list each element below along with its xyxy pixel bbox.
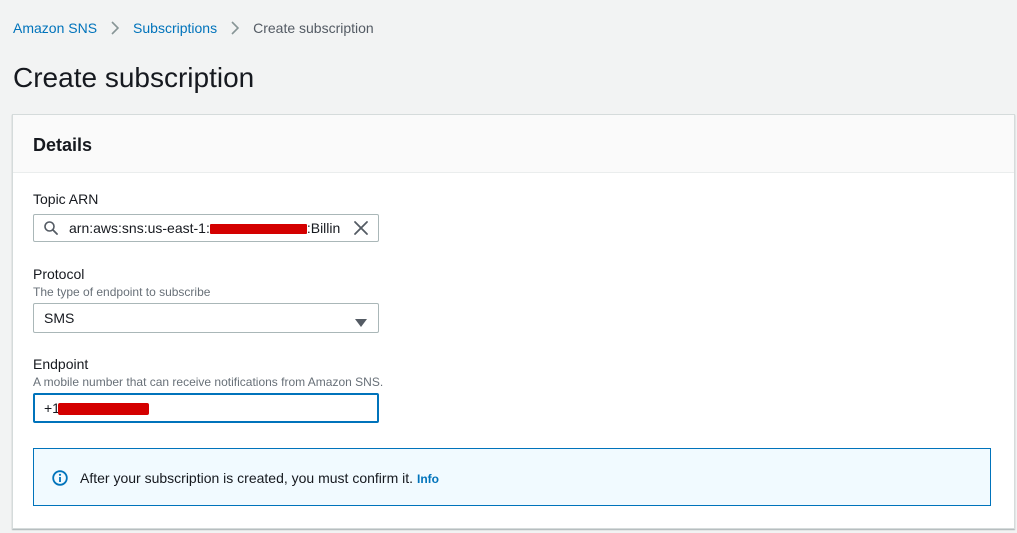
topic-arn-input[interactable]: arn:aws:sns:us-east-1: :Billin [33, 214, 379, 242]
search-icon [44, 221, 58, 235]
topic-arn-label: Topic ARN [33, 191, 99, 207]
endpoint-input[interactable]: +1 [33, 393, 379, 423]
details-panel: Details Topic ARN arn:aws:sns:us-east-1:… [12, 114, 1015, 529]
page-title: Create subscription [13, 62, 255, 93]
breadcrumb-subscriptions[interactable]: Subscriptions [133, 20, 217, 36]
breadcrumb: Amazon SNS Subscriptions Create subscrip… [13, 19, 374, 37]
breadcrumb-amazon-sns[interactable]: Amazon SNS [13, 20, 97, 36]
alert-message: After your subscription is created, you … [80, 468, 439, 489]
topic-arn-prefix: arn:aws:sns:us-east-1: [69, 220, 210, 236]
details-title: Details [33, 135, 93, 155]
breadcrumb-current: Create subscription [253, 20, 374, 36]
info-link[interactable]: Info [417, 472, 439, 486]
info-alert: After your subscription is created, you … [33, 448, 991, 506]
protocol-description: The type of endpoint to subscribe [33, 285, 211, 299]
chevron-right-icon [217, 21, 253, 35]
chevron-right-icon [97, 21, 133, 35]
endpoint-description: A mobile number that can receive notific… [33, 375, 384, 389]
topic-arn-value: arn:aws:sns:us-east-1: :Billin [69, 215, 345, 241]
endpoint-label: Endpoint [33, 356, 89, 372]
caret-down-icon [355, 314, 367, 327]
topic-arn-suffix: :Billin [306, 220, 341, 236]
alert-text: After your subscription is created, you … [80, 470, 414, 486]
details-panel-header: Details [13, 115, 1014, 173]
redacted-account-id [209, 224, 307, 235]
redacted-phone-number [58, 403, 149, 415]
close-icon[interactable] [353, 220, 369, 236]
info-icon [52, 470, 68, 486]
protocol-selected-value: SMS [44, 310, 75, 326]
protocol-label: Protocol [33, 266, 85, 282]
protocol-select[interactable]: SMS [33, 303, 379, 333]
